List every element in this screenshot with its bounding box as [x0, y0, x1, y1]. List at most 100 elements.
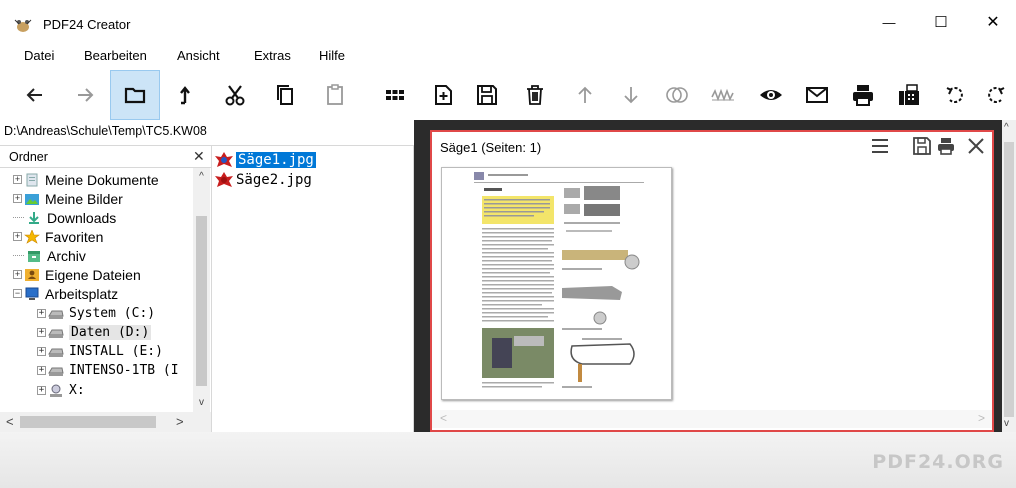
rotate-left-icon	[946, 87, 963, 103]
delete-button[interactable]	[510, 70, 560, 120]
folder-pane-title: Ordner	[9, 150, 48, 164]
expand-icon[interactable]: +	[13, 194, 22, 203]
file-item-saege2[interactable]: Säge2.jpg	[214, 170, 312, 189]
scroll-down-icon[interactable]: v	[193, 394, 210, 411]
open-folder-button[interactable]	[110, 70, 160, 120]
scrollbar-thumb[interactable]	[20, 416, 156, 428]
tree-item-archiv[interactable]: Archiv	[13, 246, 86, 265]
fax-button[interactable]	[884, 70, 934, 120]
scroll-down-icon[interactable]: v	[1004, 418, 1009, 429]
rotate-left-button[interactable]	[930, 70, 980, 120]
forward-button[interactable]	[60, 70, 110, 120]
file-item-saege1[interactable]: Säge1.jpg	[214, 150, 316, 169]
path-field[interactable]: D:\Andreas\Schule\Temp\TC5.KW08	[0, 120, 414, 146]
expand-icon[interactable]: +	[37, 309, 46, 318]
move-down-button[interactable]	[606, 70, 656, 120]
expand-icon[interactable]: +	[37, 386, 46, 395]
menu-ansicht[interactable]: Ansicht	[177, 48, 220, 63]
tree-item-arbeitsplatz[interactable]: − Arbeitsplatz	[13, 284, 118, 303]
scroll-up-icon[interactable]: ^	[1004, 122, 1009, 133]
copy-button[interactable]	[260, 70, 310, 120]
merge-button[interactable]	[652, 70, 702, 120]
tree-item-meine-bilder[interactable]: + Meine Bilder	[13, 189, 123, 208]
maximize-button[interactable]: ☐	[918, 0, 964, 44]
tree-item-intenso[interactable]: + INTENSO-1TB (I	[37, 361, 193, 380]
expand-icon[interactable]: +	[13, 175, 22, 184]
collapse-icon[interactable]: −	[13, 289, 22, 298]
tree-item-eigene-dateien[interactable]: + Eigene Dateien	[13, 265, 141, 284]
merge-icon	[666, 87, 688, 103]
cut-button[interactable]	[210, 70, 260, 120]
close-icon: ✕	[986, 14, 1000, 31]
new-document-button[interactable]	[418, 70, 468, 120]
folder-icon	[124, 87, 146, 104]
tree-item-x[interactable]: + X:	[37, 381, 85, 400]
move-up-icon	[578, 86, 592, 103]
tree-item-label: Downloads	[47, 209, 117, 226]
expand-icon[interactable]: +	[37, 347, 46, 356]
tree-item-downloads[interactable]: Downloads	[13, 208, 116, 227]
document-title: Säge1 (Seiten: 1)	[440, 140, 542, 155]
tree-item-label: Favoriten	[45, 228, 104, 245]
view-button[interactable]	[746, 70, 796, 120]
back-button[interactable]	[10, 70, 60, 120]
menu-icon[interactable]	[870, 136, 890, 156]
expand-icon[interactable]: +	[13, 270, 22, 279]
card-close-icon[interactable]	[966, 136, 986, 156]
folder-pane-close-icon[interactable]: ✕	[193, 148, 205, 165]
rotate-right-button[interactable]	[976, 70, 1016, 120]
scroll-right-icon[interactable]: >	[978, 411, 985, 425]
save-button[interactable]	[462, 70, 512, 120]
card-save-icon[interactable]	[912, 136, 932, 156]
scroll-left-icon[interactable]: <	[6, 414, 14, 429]
preview-horizontal-scrollbar[interactable]: < >	[432, 410, 992, 428]
expand-icon[interactable]: +	[13, 232, 22, 241]
expand-icon[interactable]: +	[37, 328, 46, 337]
move-down-icon	[624, 87, 638, 104]
sign-button[interactable]	[698, 70, 748, 120]
tree-item-label: System (C:)	[69, 306, 156, 321]
tree-item-label: Archiv	[47, 247, 86, 264]
tree-horizontal-scrollbar[interactable]: < >	[0, 412, 212, 432]
forward-icon	[78, 88, 94, 102]
tree-item-favoriten[interactable]: + Favoriten	[13, 227, 103, 246]
scroll-right-icon[interactable]: >	[176, 414, 184, 429]
tree-vertical-scrollbar[interactable]: ^ v	[193, 168, 210, 412]
scroll-left-icon[interactable]: <	[440, 411, 447, 425]
page-thumbnail[interactable]	[441, 167, 672, 400]
menu-hilfe[interactable]: Hilfe	[319, 48, 345, 63]
up-arrow-icon	[180, 86, 190, 105]
app-logo-icon	[14, 19, 32, 32]
close-button[interactable]: ✕	[970, 0, 1016, 44]
menu-extras[interactable]: Extras	[254, 48, 291, 63]
sign-icon	[711, 88, 734, 102]
title-bar	[0, 0, 1016, 44]
tree-item-daten-d[interactable]: + Daten (D:)	[37, 323, 152, 342]
tree-item-label: INSTALL (E:)	[69, 344, 163, 359]
email-button[interactable]	[792, 70, 842, 120]
tree-connector	[13, 217, 24, 218]
expand-icon[interactable]: +	[37, 366, 46, 375]
up-button[interactable]	[160, 70, 210, 120]
menu-bearbeiten[interactable]: Bearbeiten	[84, 48, 147, 63]
move-up-button[interactable]	[560, 70, 610, 120]
mail-icon	[806, 87, 828, 103]
archive-icon	[28, 250, 40, 262]
tree-item-install-e[interactable]: + INSTALL (E:)	[37, 342, 163, 361]
scrollbar-thumb[interactable]	[1004, 142, 1014, 417]
paste-button[interactable]	[310, 70, 360, 120]
menu-datei[interactable]: Datei	[24, 48, 54, 63]
tree-item-label: Arbeitsplatz	[45, 285, 119, 302]
card-print-icon[interactable]	[936, 136, 956, 156]
scrollbar-thumb[interactable]	[196, 216, 207, 386]
thumbnail-view-button[interactable]	[370, 70, 420, 120]
footer-bar	[0, 432, 1016, 488]
tree-item-meine-dokumente[interactable]: + Meine Dokumente	[13, 170, 159, 189]
tree-item-label: INTENSO-1TB (I	[69, 363, 179, 378]
print-button[interactable]	[838, 70, 888, 120]
minimize-button[interactable]: —	[866, 0, 912, 44]
tree-item-system-c[interactable]: + System (C:)	[37, 304, 155, 323]
rotate-right-icon	[988, 87, 1005, 103]
scroll-up-icon[interactable]: ^	[193, 168, 210, 185]
main-vertical-scrollbar[interactable]: ^ v	[1002, 120, 1016, 432]
